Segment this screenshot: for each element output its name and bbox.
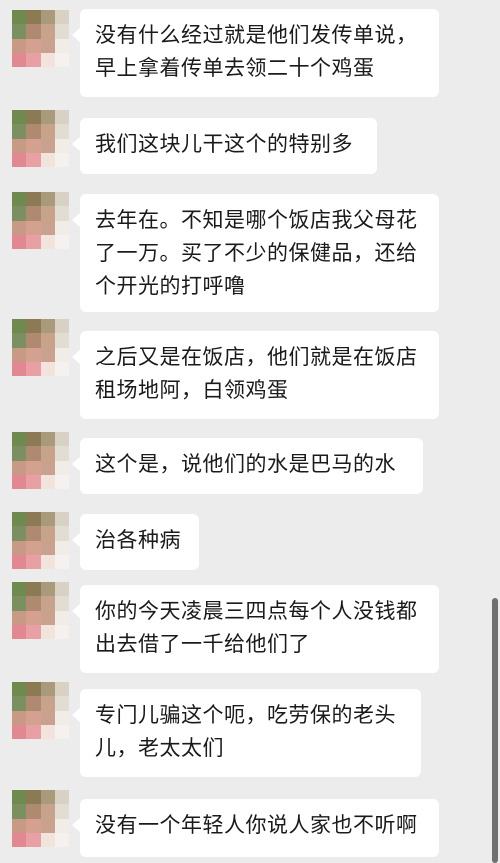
- message-bubble[interactable]: 你的今天凌晨三四点每个人没钱都 出去借了一千给他们了: [72, 585, 439, 673]
- avatar-icon[interactable]: [12, 10, 69, 67]
- avatar-icon[interactable]: [12, 682, 69, 739]
- avatar-icon[interactable]: [12, 790, 69, 847]
- avatar-icon[interactable]: [12, 110, 69, 167]
- message-bubble[interactable]: 我们这块儿干这个的特别多: [72, 118, 377, 174]
- avatar-icon[interactable]: [12, 192, 69, 249]
- message-bubble[interactable]: 没有一个年轻人你说人家也不听啊: [72, 799, 439, 857]
- avatar-icon[interactable]: [12, 512, 69, 569]
- message-bubble[interactable]: 之后又是在饭店，他们就是在饭店 租场地阿，白领鸡蛋: [72, 331, 439, 419]
- message-bubble[interactable]: 专门儿骗这个呃，吃劳保的老头 儿，老太太们: [72, 689, 421, 777]
- message-bubble[interactable]: 去年在。不知是哪个饭店我父母花 了一万。买了不少的保健品，还给 个开光的打呼噜: [72, 194, 439, 312]
- message-bubble[interactable]: 这个是，说他们的水是巴马的水: [72, 438, 423, 494]
- message-bubble[interactable]: 没有什么经过就是他们发传单说， 早上拿着传单去领二十个鸡蛋: [72, 9, 439, 97]
- message-bubble[interactable]: 治各种病: [72, 514, 199, 570]
- avatar-icon[interactable]: [12, 319, 69, 376]
- avatar-icon[interactable]: [12, 582, 69, 639]
- scrollbar[interactable]: [492, 598, 498, 863]
- chat-window: 没有什么经过就是他们发传单说， 早上拿着传单去领二十个鸡蛋 我们这块儿干这个的特…: [0, 0, 500, 863]
- avatar-icon[interactable]: [12, 432, 69, 489]
